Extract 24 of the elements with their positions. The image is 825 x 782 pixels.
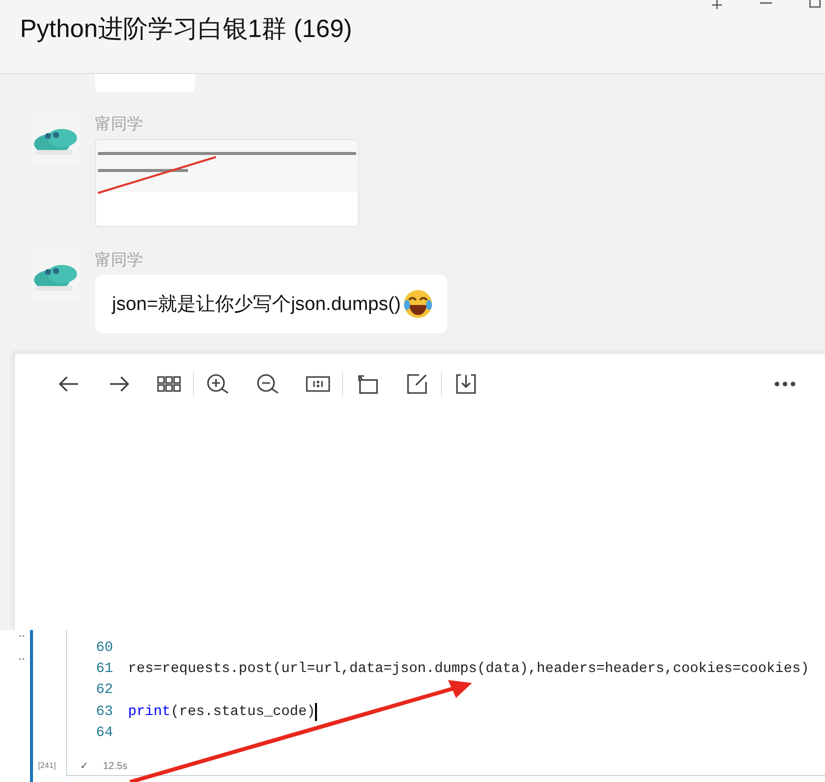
minimize-icon[interactable] bbox=[760, 0, 772, 6]
code-line: print(res.status_code) bbox=[128, 704, 316, 720]
line-number: 61 bbox=[94, 660, 114, 677]
message-text: json=就是让你少写个json.dumps() bbox=[112, 293, 401, 317]
line-number: 62 bbox=[94, 682, 114, 698]
sender-name: 甯同学 bbox=[95, 252, 144, 270]
zoom-out-icon bbox=[256, 372, 280, 396]
window-title: Python进阶学习白银1群 (169) bbox=[20, 14, 352, 45]
maximize-icon[interactable] bbox=[809, 0, 821, 8]
line-number: 64 bbox=[94, 724, 114, 741]
execution-count: [241] bbox=[38, 761, 56, 770]
pin-icon[interactable] bbox=[710, 0, 724, 9]
more-icon bbox=[774, 381, 796, 387]
zoom-in-icon bbox=[206, 372, 230, 396]
laughing-emoji-icon bbox=[402, 289, 433, 319]
code-line: res=requests.post(url=url,data=json.dumps(data),headers=headers,cookies=cookies) bbox=[128, 660, 810, 677]
download-icon bbox=[454, 372, 478, 396]
line-number: 60 bbox=[94, 640, 114, 656]
line-number: 63 bbox=[94, 704, 114, 720]
success-check-icon: ✓ bbox=[80, 761, 88, 772]
execution-time: 12.5s bbox=[103, 761, 128, 772]
edit-icon bbox=[405, 372, 429, 396]
sender-name: 甯同学 bbox=[95, 116, 144, 134]
rotate-icon bbox=[355, 372, 379, 396]
